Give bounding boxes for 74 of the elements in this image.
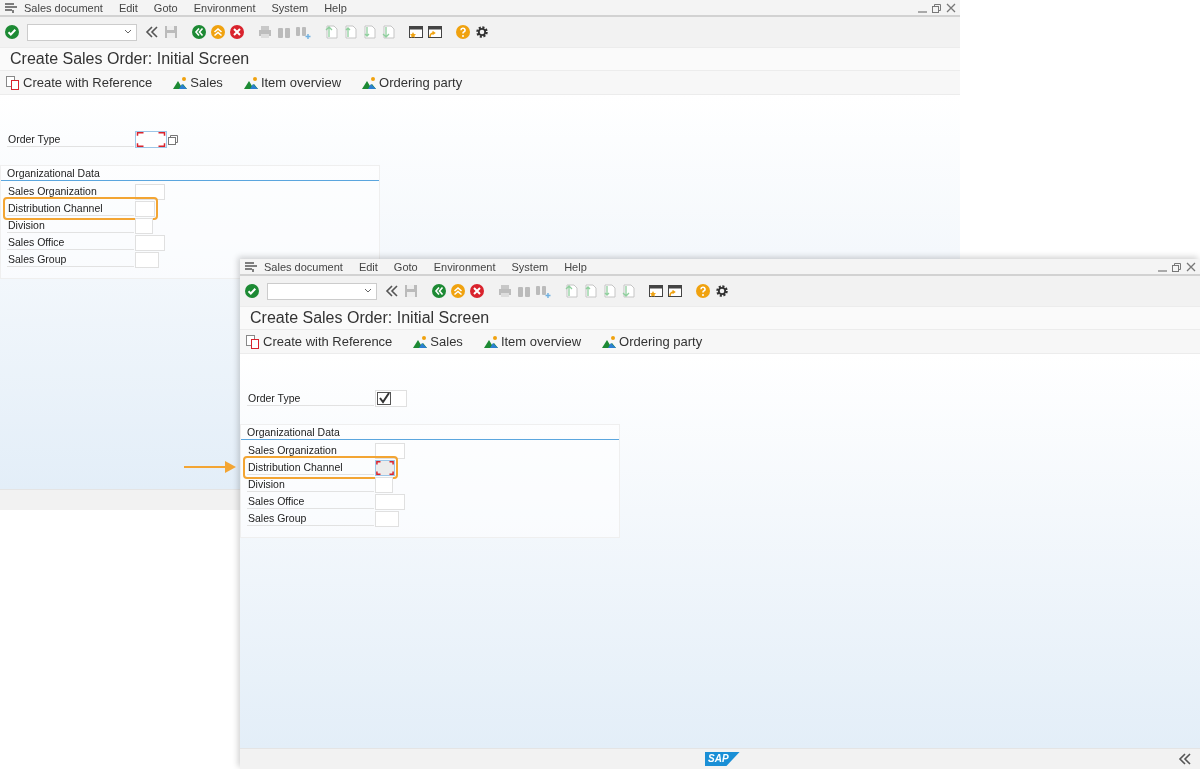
mountain-icon[interactable]	[482, 333, 499, 350]
menu-item[interactable]: Goto	[147, 1, 184, 14]
menu-item[interactable]: System	[505, 260, 555, 273]
gear-icon[interactable]	[714, 283, 730, 299]
command-field[interactable]	[27, 23, 137, 41]
gear-icon[interactable]	[474, 24, 490, 40]
logo: SAP	[705, 752, 740, 766]
toolbar-button[interactable]: Item overview	[482, 333, 582, 350]
command-field[interactable]	[267, 282, 377, 300]
up-icon[interactable]	[450, 283, 466, 299]
menu-item[interactable]: Help	[318, 1, 353, 14]
chevrons-left-icon[interactable]	[384, 283, 400, 299]
field-label: Sales Organization	[7, 184, 134, 199]
menu-icon[interactable]	[244, 260, 258, 273]
toolbar-button[interactable]: Item overview	[242, 74, 342, 91]
check-icon[interactable]	[244, 283, 260, 299]
field-label: Sales Office	[247, 494, 374, 509]
mountain-icon[interactable]	[242, 74, 259, 91]
toolbar-button[interactable]: Sales	[172, 74, 223, 91]
menu-item[interactable]: Sales document	[258, 260, 349, 273]
close-icon[interactable]	[945, 1, 956, 14]
document-copy-icon[interactable]	[5, 74, 21, 91]
menu-item[interactable]: Edit	[112, 1, 144, 14]
section-title: Organizational Data	[1, 166, 379, 181]
field-label: Sales Organization	[247, 443, 374, 458]
check-icon[interactable]	[4, 24, 20, 40]
pointer-arrow	[183, 460, 237, 474]
mountain-icon[interactable]	[601, 333, 618, 350]
toolbar-button[interactable]: Create with Reference	[245, 333, 393, 350]
cancel-icon[interactable]	[469, 283, 485, 299]
section-title: Organizational Data	[241, 425, 619, 440]
restore-icon[interactable]	[931, 1, 942, 14]
mountain-icon[interactable]	[412, 333, 429, 350]
screen-title: Create Sales Order: Initial Screen	[250, 309, 490, 327]
screen-title: Create Sales Order: Initial Screen	[10, 50, 250, 68]
menu-item[interactable]: Edit	[352, 260, 384, 273]
field-label: Order Type	[247, 391, 374, 406]
mountain-icon[interactable]	[172, 74, 189, 91]
document-copy-icon[interactable]	[245, 333, 261, 350]
toolbar-button[interactable]: Ordering party	[601, 333, 703, 350]
menu-item[interactable]: Environment	[427, 260, 502, 273]
field-label: Distribution Channel	[7, 201, 134, 216]
menu-item[interactable]: System	[265, 1, 315, 14]
input-field[interactable]	[135, 131, 167, 148]
field-label: Sales Group	[247, 511, 374, 526]
menu-item[interactable]: Environment	[187, 1, 262, 14]
input-field[interactable]	[375, 459, 395, 476]
menu-item[interactable]: Help	[558, 260, 593, 273]
cancel-icon[interactable]	[229, 24, 245, 40]
close-icon[interactable]	[1185, 260, 1196, 273]
checkbox-checked-icon[interactable]	[376, 391, 393, 406]
value-help-icon[interactable]	[167, 132, 179, 147]
restore-icon[interactable]	[1171, 260, 1182, 273]
field-label: Sales Office	[7, 235, 134, 250]
menu-item[interactable]: Sales document	[18, 1, 109, 14]
chevrons-left-icon[interactable]	[1178, 752, 1192, 766]
toolbar-button[interactable]: Sales	[412, 333, 463, 350]
caret-icon[interactable]	[124, 29, 132, 35]
focus-corners-icon	[136, 132, 166, 147]
field-label: Division	[7, 218, 134, 233]
caret-icon[interactable]	[364, 288, 372, 294]
toolbar-button[interactable]: Create with Reference	[5, 74, 153, 91]
menu-item[interactable]: Goto	[387, 260, 424, 273]
field-label: Sales Group	[7, 252, 134, 267]
focus-corners-icon	[376, 460, 394, 475]
mountain-icon[interactable]	[361, 74, 378, 91]
back-icon[interactable]	[191, 24, 207, 40]
menu-icon[interactable]	[4, 1, 18, 14]
back-icon[interactable]	[431, 283, 447, 299]
field-label: Division	[247, 477, 374, 492]
chevrons-left-icon[interactable]	[144, 24, 160, 40]
up-icon[interactable]	[210, 24, 226, 40]
field-label: Order Type	[7, 132, 134, 147]
toolbar-button[interactable]: Ordering party	[361, 74, 463, 91]
